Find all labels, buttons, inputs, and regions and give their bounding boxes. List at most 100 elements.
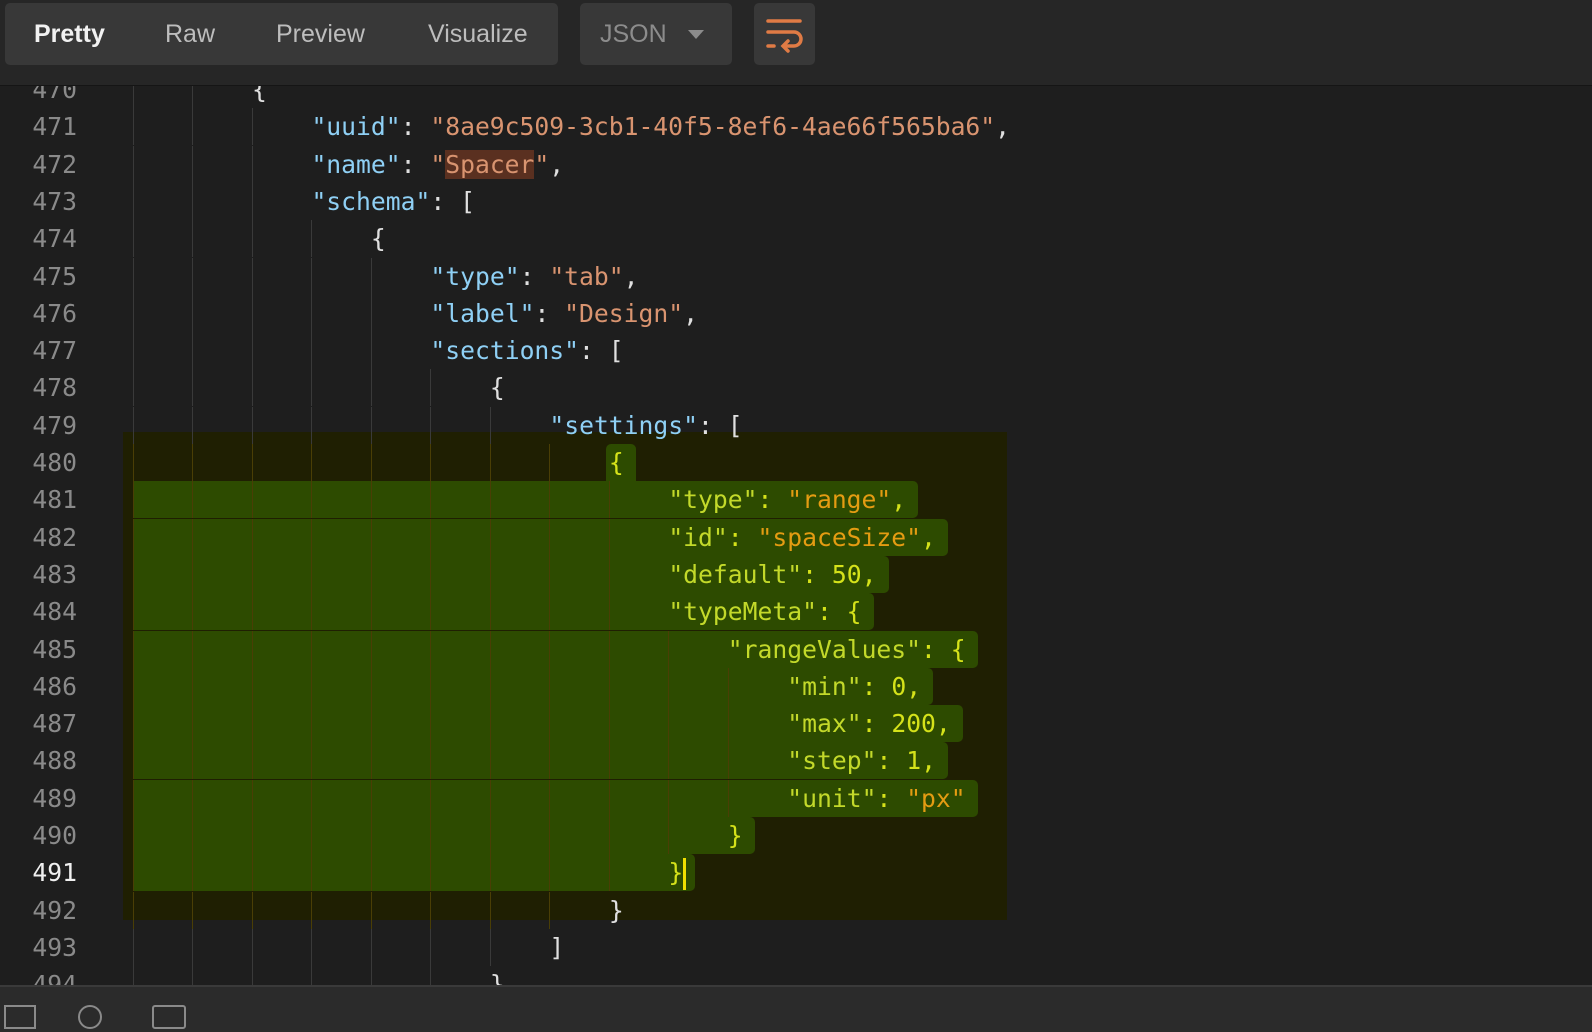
indent-guide <box>311 257 313 295</box>
indent-guide <box>608 518 610 556</box>
code-line: 488 "step": 1, <box>0 742 1592 780</box>
indent-guide <box>430 928 432 966</box>
wrap-lines-button[interactable] <box>754 3 815 65</box>
indent-guide <box>549 667 551 705</box>
indent-guide <box>311 817 313 854</box>
json-key: "schema" <box>311 186 431 216</box>
indent-guide <box>370 630 372 668</box>
json-punctuation: , <box>906 671 922 701</box>
code-text: } <box>490 966 505 985</box>
indent-guide <box>251 891 253 929</box>
indent-guide <box>608 817 610 854</box>
indent-guide <box>311 406 313 444</box>
code-line: 471 "uuid": "8ae9c509-3cb1-40f5-8ef6-4ae6… <box>0 108 1592 146</box>
tab-raw[interactable]: Raw <box>165 3 215 65</box>
json-key: "default" <box>668 559 803 589</box>
indent-guide <box>668 817 670 854</box>
indent-guide <box>251 705 253 743</box>
indent-guide <box>133 220 134 258</box>
json-punctuation: : { <box>816 597 862 627</box>
indent-guide <box>370 667 372 705</box>
line-number: 487 <box>32 709 77 739</box>
json-punctuation: : { <box>921 634 966 664</box>
tab-pretty[interactable]: Pretty <box>34 3 105 65</box>
console-icon[interactable] <box>152 1005 186 1029</box>
format-dropdown[interactable]: JSON <box>580 3 732 65</box>
selection-highlight <box>133 817 755 854</box>
indent-guide <box>311 555 313 593</box>
code-line: 474 { <box>0 220 1592 258</box>
indent-guide <box>549 817 551 854</box>
tab-visualize[interactable]: Visualize <box>428 3 528 65</box>
indent-guide <box>549 481 551 519</box>
tab-preview[interactable]: Preview <box>276 3 365 65</box>
indent-guide <box>251 481 253 519</box>
indent-guide <box>192 332 194 370</box>
line-number: 494 <box>32 970 77 985</box>
indent-guide <box>251 257 253 295</box>
indent-guide <box>489 406 491 444</box>
code-line: 491} <box>0 854 1592 892</box>
indent-guide <box>549 742 551 780</box>
indent-guide <box>608 779 610 817</box>
indent-guide <box>251 667 253 705</box>
indent-guide <box>608 593 610 631</box>
code-line: 485 "rangeValues": { <box>0 630 1592 668</box>
indent-guide <box>133 444 134 481</box>
indent-guide <box>370 369 372 407</box>
indent-guide <box>727 705 729 743</box>
indent-guide <box>370 593 372 631</box>
json-punctuation: : <box>534 298 565 328</box>
json-string: "8ae9c509-3cb1-40f5-8ef6-4ae66f565ba6" <box>430 112 996 142</box>
line-number: 484 <box>32 597 77 627</box>
json-key: "type" <box>668 485 758 515</box>
line-number: 488 <box>32 746 77 776</box>
indent-guide <box>251 108 253 146</box>
sidebar-toggle-icon[interactable] <box>4 1005 36 1029</box>
code-line: 489 "unit": "px" <box>0 779 1592 817</box>
status-bar <box>0 985 1592 1032</box>
indent-guide <box>311 294 313 332</box>
indent-guide <box>668 779 670 817</box>
json-punctuation: , <box>995 112 1011 142</box>
indent-guide <box>489 481 491 519</box>
indent-guide <box>489 928 491 966</box>
indent-guide <box>549 779 551 817</box>
indent-guide <box>133 667 134 705</box>
code-line: 479 "settings": [ <box>0 406 1592 444</box>
code-text: "sections": [ <box>430 332 623 369</box>
json-string: "px" <box>906 783 966 813</box>
json-punctuation: , <box>683 298 698 328</box>
indent-guide <box>192 145 194 183</box>
indent-guide <box>549 891 551 929</box>
indent-guide <box>489 518 491 556</box>
indent-guide <box>133 294 134 332</box>
indent-guide <box>133 928 134 966</box>
code-text: } <box>609 892 624 929</box>
search-icon[interactable] <box>78 1005 102 1029</box>
indent-guide <box>370 928 372 966</box>
code-text: "min": 0, <box>787 668 921 705</box>
indent-guide <box>251 369 253 407</box>
indent-guide <box>668 630 670 668</box>
indent-guide <box>430 817 432 854</box>
indent-guide <box>370 854 372 892</box>
indent-guide <box>489 891 491 929</box>
json-key: "id" <box>668 522 728 552</box>
json-number: 1 <box>906 746 922 776</box>
indent-guide <box>311 854 313 892</box>
indent-guide <box>311 481 313 519</box>
code-line: 487 "max": 200, <box>0 705 1592 743</box>
indent-guide <box>133 854 134 892</box>
format-label: JSON <box>600 20 667 48</box>
response-body-editor[interactable]: 470 {471 "uuid": "8ae9c509-3cb1-40f5-8ef6-… <box>0 86 1592 985</box>
json-punctuation: { <box>489 373 505 403</box>
indent-guide <box>251 518 253 556</box>
indent-guide <box>192 555 194 593</box>
indent-guide <box>192 220 194 258</box>
indent-guide <box>192 817 194 854</box>
indent-guide <box>311 518 313 556</box>
line-number: 485 <box>32 634 77 664</box>
code-line: 480 { <box>0 444 1592 481</box>
indent-guide <box>370 779 372 817</box>
